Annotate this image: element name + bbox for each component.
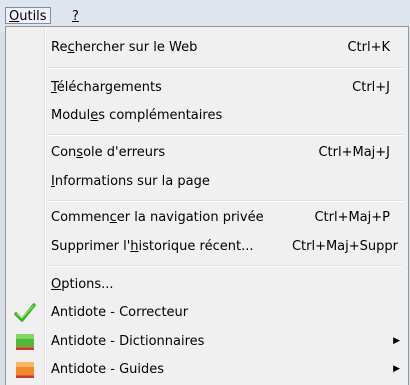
menu-item-label: Antidote - Guides <box>51 362 165 377</box>
menu-item-shortcut: Ctrl+Maj+P <box>314 210 390 225</box>
menu-item-label: Rechercher sur le Web <box>51 40 198 55</box>
menu-item-error-console[interactable]: Console d'erreurs Ctrl+Maj+J <box>6 141 408 165</box>
menu-item-label: Téléchargements <box>51 80 162 95</box>
menu-item-label: Informations sur la page <box>51 174 210 189</box>
menu-outils-label: Outils <box>9 9 47 24</box>
menu-separator <box>47 67 403 69</box>
submenu-arrow-icon: ▶ <box>393 364 400 374</box>
checkmark-icon <box>14 303 36 323</box>
menu-separator <box>47 265 403 267</box>
menu-item-antidote-correcteur[interactable]: Antidote - Correcteur <box>6 301 408 325</box>
menu-item-label: Supprimer l'historique récent... <box>51 239 254 254</box>
menu-item-clear-history[interactable]: Supprimer l'historique récent... Ctrl+Ma… <box>6 235 408 259</box>
menu-item-label: Options... <box>51 277 114 292</box>
menu-item-label: Console d'erreurs <box>51 145 166 160</box>
outils-dropdown-menu: Rechercher sur le Web Ctrl+K Téléchargem… <box>5 26 409 385</box>
menu-separator <box>47 134 403 136</box>
menu-item-options[interactable]: Options... <box>6 273 408 297</box>
menu-item-label: Modules complémentaires <box>51 108 223 123</box>
menu-item-shortcut: Ctrl+Maj+J <box>318 145 390 160</box>
green-book-icon <box>14 332 36 352</box>
orange-book-icon <box>14 360 36 380</box>
menu-item-page-info[interactable]: Informations sur la page <box>6 170 408 194</box>
menu-item-downloads[interactable]: Téléchargements Ctrl+J <box>6 76 408 100</box>
menu-help-label: ? <box>72 9 79 24</box>
menu-item-antidote-dictionnaires[interactable]: Antidote - Dictionnaires ▶ <box>6 330 408 354</box>
menu-separator <box>47 200 403 202</box>
menu-item-addons[interactable]: Modules complémentaires <box>6 104 408 128</box>
submenu-arrow-icon: ▶ <box>393 336 400 346</box>
menu-outils[interactable]: Outils <box>5 7 51 24</box>
menu-item-private-browsing[interactable]: Commencer la navigation privée Ctrl+Maj+… <box>6 206 408 230</box>
menu-help[interactable]: ? <box>68 7 83 24</box>
menu-item-shortcut: Ctrl+Maj+Suppr <box>291 239 398 254</box>
menu-item-label: Antidote - Correcteur <box>51 305 189 320</box>
menu-item-label: Antidote - Dictionnaires <box>51 334 205 349</box>
menu-item-search-web[interactable]: Rechercher sur le Web Ctrl+K <box>6 36 408 60</box>
menu-item-label: Commencer la navigation privée <box>51 210 264 225</box>
menu-item-shortcut: Ctrl+J <box>352 80 390 95</box>
menu-item-shortcut: Ctrl+K <box>347 40 390 55</box>
menu-item-antidote-guides[interactable]: Antidote - Guides ▶ <box>6 358 408 382</box>
